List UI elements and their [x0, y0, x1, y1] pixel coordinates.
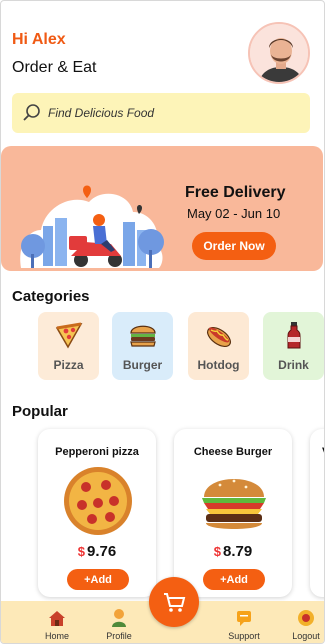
- logout-icon: [298, 610, 314, 626]
- category-label: Pizza: [53, 358, 84, 372]
- search-bar[interactable]: Find Delicious Food: [12, 93, 310, 133]
- food-price: $8.79: [213, 543, 253, 560]
- food-card[interactable]: Cheese Burger $8.79 +Add: [174, 429, 292, 597]
- pizza-icon: [55, 322, 82, 349]
- cart-button[interactable]: [149, 577, 199, 627]
- add-to-cart-button[interactable]: +Add: [203, 569, 265, 590]
- home-icon: [49, 611, 65, 626]
- add-to-cart-button[interactable]: +Add: [67, 569, 129, 590]
- category-drink[interactable]: Drink: [263, 312, 324, 380]
- food-price: $9.76: [77, 543, 117, 560]
- cart-icon: [164, 593, 186, 612]
- popular-heading: Popular: [12, 403, 68, 420]
- search-input[interactable]: Find Delicious Food: [48, 106, 154, 120]
- category-burger[interactable]: Burger: [112, 312, 173, 380]
- page-subtitle: Order & Eat: [12, 59, 97, 76]
- food-card[interactable]: Pepperoni pizza $9.76 +Add: [38, 429, 156, 597]
- category-hotdog[interactable]: Hotdog: [188, 312, 249, 380]
- category-label: Burger: [122, 358, 163, 372]
- banner-title: Free Delivery: [185, 184, 286, 201]
- food-card[interactable]: Ve: [310, 429, 325, 597]
- categories-heading: Categories: [12, 288, 90, 305]
- hotdog-icon: [206, 326, 231, 348]
- nav-home[interactable]: Home: [32, 601, 82, 643]
- food-name: Pepperoni pizza: [55, 446, 139, 458]
- delivery-scooter-icon: [20, 185, 164, 268]
- order-now-button[interactable]: Order Now: [192, 232, 276, 260]
- nav-label: Logout: [292, 631, 320, 641]
- veg-item-icon: [324, 465, 325, 537]
- food-name: Cheese Burger: [193, 446, 273, 458]
- nav-label: Support: [228, 631, 260, 641]
- search-icon: [23, 104, 40, 121]
- pepperoni-pizza-icon: [64, 467, 132, 535]
- cheese-burger-icon: [202, 479, 266, 529]
- drink-icon: [287, 322, 300, 349]
- category-label: Drink: [278, 358, 309, 372]
- avatar[interactable]: [248, 22, 310, 84]
- profile-icon: [112, 609, 126, 627]
- category-pizza[interactable]: Pizza: [38, 312, 99, 380]
- category-label: Hotdog: [197, 358, 240, 372]
- banner-dates: May 02 - Jun 10: [187, 206, 281, 221]
- promo-banner[interactable]: Free Delivery May 02 - Jun 10 Order Now: [1, 146, 323, 271]
- nav-logout[interactable]: Logout: [281, 601, 324, 643]
- nav-support[interactable]: Support: [219, 601, 269, 643]
- user-avatar-icon: [250, 24, 308, 82]
- nav-label: Home: [44, 631, 69, 641]
- nav-profile[interactable]: Profile: [94, 601, 144, 643]
- burger-icon: [129, 325, 156, 347]
- greeting: Hi Alex: [12, 31, 66, 48]
- food-name: Ve: [310, 446, 324, 458]
- app-screen: Hi Alex Order & Eat Find Delicious Food: [0, 0, 325, 644]
- nav-label: Profile: [106, 631, 132, 641]
- support-icon: [237, 611, 251, 626]
